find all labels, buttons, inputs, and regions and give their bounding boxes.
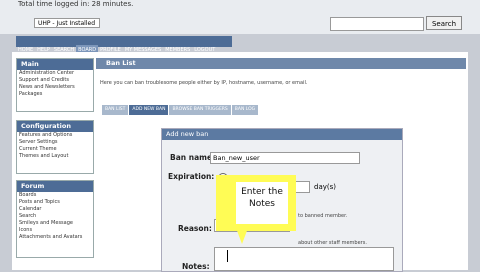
tab-ban-list[interactable]: BAN LIST bbox=[102, 105, 129, 115]
ban-tabs: BAN LIST ADD NEW BAN BROWSE BAN TRIGGERS BA… bbox=[102, 95, 259, 115]
notes-hint: about other staff members. bbox=[298, 240, 367, 246]
sidebar-link[interactable]: Server Settings bbox=[17, 139, 93, 146]
main-nav: HOME HELP SEARCH BOARD PROFILE MY MESSAGES MEM… bbox=[16, 36, 232, 56]
text-cursor bbox=[227, 250, 228, 262]
sidebar-link[interactable]: Boards bbox=[17, 192, 93, 199]
sidebar-title: Forum bbox=[17, 181, 93, 192]
days-label: day(s) bbox=[314, 183, 336, 191]
login-status: Total time logged in: 28 minutes. bbox=[18, 0, 134, 8]
tab-browse-triggers[interactable]: BROWSE BAN TRIGGERS bbox=[169, 105, 231, 115]
sidebar-forum: Forum Boards Posts and Topics Calendar S… bbox=[16, 180, 94, 258]
expiration-label: Expiration: bbox=[168, 172, 215, 181]
sidebar-link[interactable]: Icons bbox=[17, 227, 93, 234]
sidebar-title: Main bbox=[17, 59, 93, 70]
tab-add-new-ban[interactable]: ADD NEW BAN bbox=[129, 105, 169, 115]
ban-name-input[interactable]: Ban_new_user bbox=[210, 152, 360, 164]
sidebar-link[interactable]: Themes and Layout bbox=[17, 153, 93, 160]
reason-hint: to banned member. bbox=[298, 213, 348, 219]
callout-pointer bbox=[236, 228, 248, 244]
sidebar-link[interactable]: Search bbox=[17, 213, 93, 220]
sidebar-link[interactable]: Packages bbox=[17, 91, 93, 98]
ban-list-title: Ban List bbox=[106, 59, 136, 67]
sidebar-configuration: Configuration Features and Options Serve… bbox=[16, 120, 94, 174]
callout-text: Enter the Notes bbox=[236, 182, 288, 224]
sidebar-link[interactable]: Support and Credits bbox=[17, 77, 93, 84]
sidebar-link[interactable]: News and Newsletters bbox=[17, 84, 93, 91]
sidebar-link[interactable]: Current Theme bbox=[17, 146, 93, 153]
top-bar: Total time logged in: 28 minutes. UHP - … bbox=[0, 0, 480, 34]
sidebar-link[interactable]: Attachments and Avatars bbox=[17, 234, 93, 241]
search-button[interactable]: Search bbox=[426, 16, 462, 30]
sidebar-link[interactable]: Administration Center bbox=[17, 70, 93, 77]
add-ban-title: Add new ban bbox=[162, 129, 402, 140]
search-input[interactable] bbox=[330, 17, 424, 31]
sidebar-title: Configuration bbox=[17, 121, 93, 132]
ban-list-description: Here you can ban troublesome people eith… bbox=[100, 80, 308, 86]
sidebar-main: Main Administration Center Support and C… bbox=[16, 58, 94, 112]
reason-label: Reason: bbox=[178, 224, 212, 233]
tab-ban-log[interactable]: BAN LOG bbox=[231, 105, 259, 115]
ban-name-label: Ban name: bbox=[170, 153, 216, 162]
ban-list-header: Ban List bbox=[96, 58, 466, 69]
user-select[interactable]: UHP - Just Installed bbox=[34, 18, 100, 28]
sidebar-link[interactable]: Smileys and Message bbox=[17, 220, 93, 227]
sidebar-link[interactable]: Posts and Topics bbox=[17, 199, 93, 206]
notes-textarea[interactable] bbox=[214, 247, 394, 271]
sidebar-link[interactable]: Calendar bbox=[17, 206, 93, 213]
sidebar-link[interactable]: Features and Options bbox=[17, 132, 93, 139]
